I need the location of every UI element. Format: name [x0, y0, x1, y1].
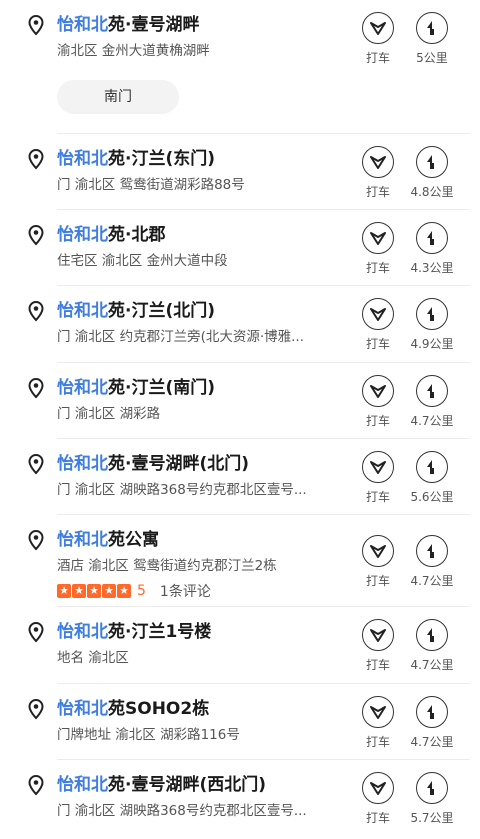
location-pin-icon	[28, 529, 44, 551]
entrance-button[interactable]: 南门	[57, 80, 179, 114]
taxi-icon	[362, 696, 394, 728]
place-address: 酒店 渝北区 鸳鸯街道约克郡汀兰2栋	[57, 558, 277, 574]
taxi-button[interactable]: 打车	[350, 222, 406, 276]
location-pin-icon	[28, 621, 44, 643]
location-pin-icon	[28, 224, 44, 246]
navigation-arrow-icon	[416, 772, 448, 804]
route-button[interactable]: 4.8公里	[404, 146, 460, 200]
taxi-button[interactable]: 打车	[350, 696, 406, 750]
navigation-arrow-icon	[416, 222, 448, 254]
search-results-list: 怡和北苑·壹号湖畔 渝北区 金州大道黄桷湖畔 南门 打车 5公里 怡和北苑·汀兰…	[0, 0, 480, 839]
location-pin-icon	[28, 148, 44, 170]
list-item[interactable]: 怡和北苑·汀兰(东门) 门 渝北区 鸳鸯街道湖彩路88号 打车 4.8公里	[0, 134, 480, 210]
place-address: 住宅区 渝北区 金州大道中段	[57, 253, 228, 269]
star-icon: ★	[102, 584, 116, 598]
taxi-icon	[362, 619, 394, 651]
list-item[interactable]: 怡和北苑·壹号湖畔(西北门) 门 渝北区 湖映路368号约克郡北区壹号... 打车 5…	[0, 760, 480, 839]
location-pin-icon	[28, 774, 44, 796]
taxi-icon	[362, 451, 394, 483]
place-address: 门 渝北区 鸳鸯街道湖彩路88号	[57, 177, 245, 193]
rating-score: 5	[137, 583, 146, 599]
location-pin-icon	[28, 14, 44, 36]
list-item[interactable]: 怡和北苑·北郡 住宅区 渝北区 金州大道中段 打车 4.3公里	[0, 210, 480, 286]
route-button[interactable]: 5公里	[404, 12, 460, 66]
place-address: 门 渝北区 湖映路368号约克郡北区壹号...	[57, 482, 307, 498]
taxi-button[interactable]: 打车	[350, 375, 406, 429]
list-item[interactable]: 怡和北苑·壹号湖畔(北门) 门 渝北区 湖映路368号约克郡北区壹号... 打车 5.…	[0, 439, 480, 515]
taxi-button[interactable]: 打车	[350, 619, 406, 673]
location-pin-icon	[28, 377, 44, 399]
navigation-arrow-icon	[416, 535, 448, 567]
location-pin-icon	[28, 453, 44, 475]
taxi-icon	[362, 12, 394, 44]
list-item[interactable]: 怡和北苑公寓 酒店 渝北区 鸳鸯街道约克郡汀兰2栋 ★ ★ ★ ★ ★ 5 1条评论 打车 4.7公…	[0, 515, 480, 607]
star-icon: ★	[72, 584, 86, 598]
taxi-icon	[362, 146, 394, 178]
list-item[interactable]: 怡和北苑·壹号湖畔 渝北区 金州大道黄桷湖畔 南门 打车 5公里	[0, 0, 480, 134]
taxi-button[interactable]: 打车	[350, 772, 406, 826]
place-address: 门 渝北区 湖彩路	[57, 406, 161, 422]
taxi-button[interactable]: 打车	[350, 146, 406, 200]
list-item[interactable]: 怡和北苑·汀兰1号楼 地名 渝北区 打车 4.7公里	[0, 607, 480, 684]
navigation-arrow-icon	[416, 375, 448, 407]
taxi-icon	[362, 298, 394, 330]
location-pin-icon	[28, 698, 44, 720]
taxi-icon	[362, 772, 394, 804]
star-icon: ★	[117, 584, 131, 598]
navigation-arrow-icon	[416, 298, 448, 330]
location-pin-icon	[28, 300, 44, 322]
place-address: 门 渝北区 约克郡汀兰旁(北大资源·博雅...	[57, 329, 305, 345]
route-button[interactable]: 5.7公里	[404, 772, 460, 826]
place-address: 地名 渝北区	[57, 650, 129, 666]
star-rating: ★ ★ ★ ★ ★	[57, 584, 131, 598]
route-button[interactable]: 4.7公里	[404, 375, 460, 429]
taxi-icon	[362, 535, 394, 567]
place-address: 门 渝北区 湖映路368号约克郡北区壹号...	[57, 803, 307, 819]
taxi-button[interactable]: 打车	[350, 535, 406, 589]
taxi-button[interactable]: 打车	[350, 12, 406, 66]
route-button[interactable]: 4.9公里	[404, 298, 460, 352]
route-button[interactable]: 4.7公里	[404, 619, 460, 673]
place-address: 渝北区 金州大道黄桷湖畔	[57, 43, 210, 59]
route-button[interactable]: 4.7公里	[404, 696, 460, 750]
taxi-button[interactable]: 打车	[350, 298, 406, 352]
list-item[interactable]: 怡和北苑SOHO2栋 门牌地址 渝北区 湖彩路116号 打车 4.7公里	[0, 684, 480, 760]
star-icon: ★	[87, 584, 101, 598]
navigation-arrow-icon	[416, 146, 448, 178]
navigation-arrow-icon	[416, 451, 448, 483]
navigation-arrow-icon	[416, 619, 448, 651]
list-item[interactable]: 怡和北苑·汀兰(北门) 门 渝北区 约克郡汀兰旁(北大资源·博雅... 打车 4.9公…	[0, 286, 480, 363]
navigation-arrow-icon	[416, 12, 448, 44]
list-item[interactable]: 怡和北苑·汀兰(南门) 门 渝北区 湖彩路 打车 4.7公里	[0, 363, 480, 439]
taxi-icon	[362, 222, 394, 254]
navigation-arrow-icon	[416, 696, 448, 728]
review-count[interactable]: 1条评论	[160, 581, 211, 601]
place-address: 门牌地址 渝北区 湖彩路116号	[57, 727, 240, 743]
route-button[interactable]: 4.3公里	[404, 222, 460, 276]
star-icon: ★	[57, 584, 71, 598]
route-button[interactable]: 5.6公里	[404, 451, 460, 505]
taxi-button[interactable]: 打车	[350, 451, 406, 505]
taxi-icon	[362, 375, 394, 407]
route-button[interactable]: 4.7公里	[404, 535, 460, 589]
